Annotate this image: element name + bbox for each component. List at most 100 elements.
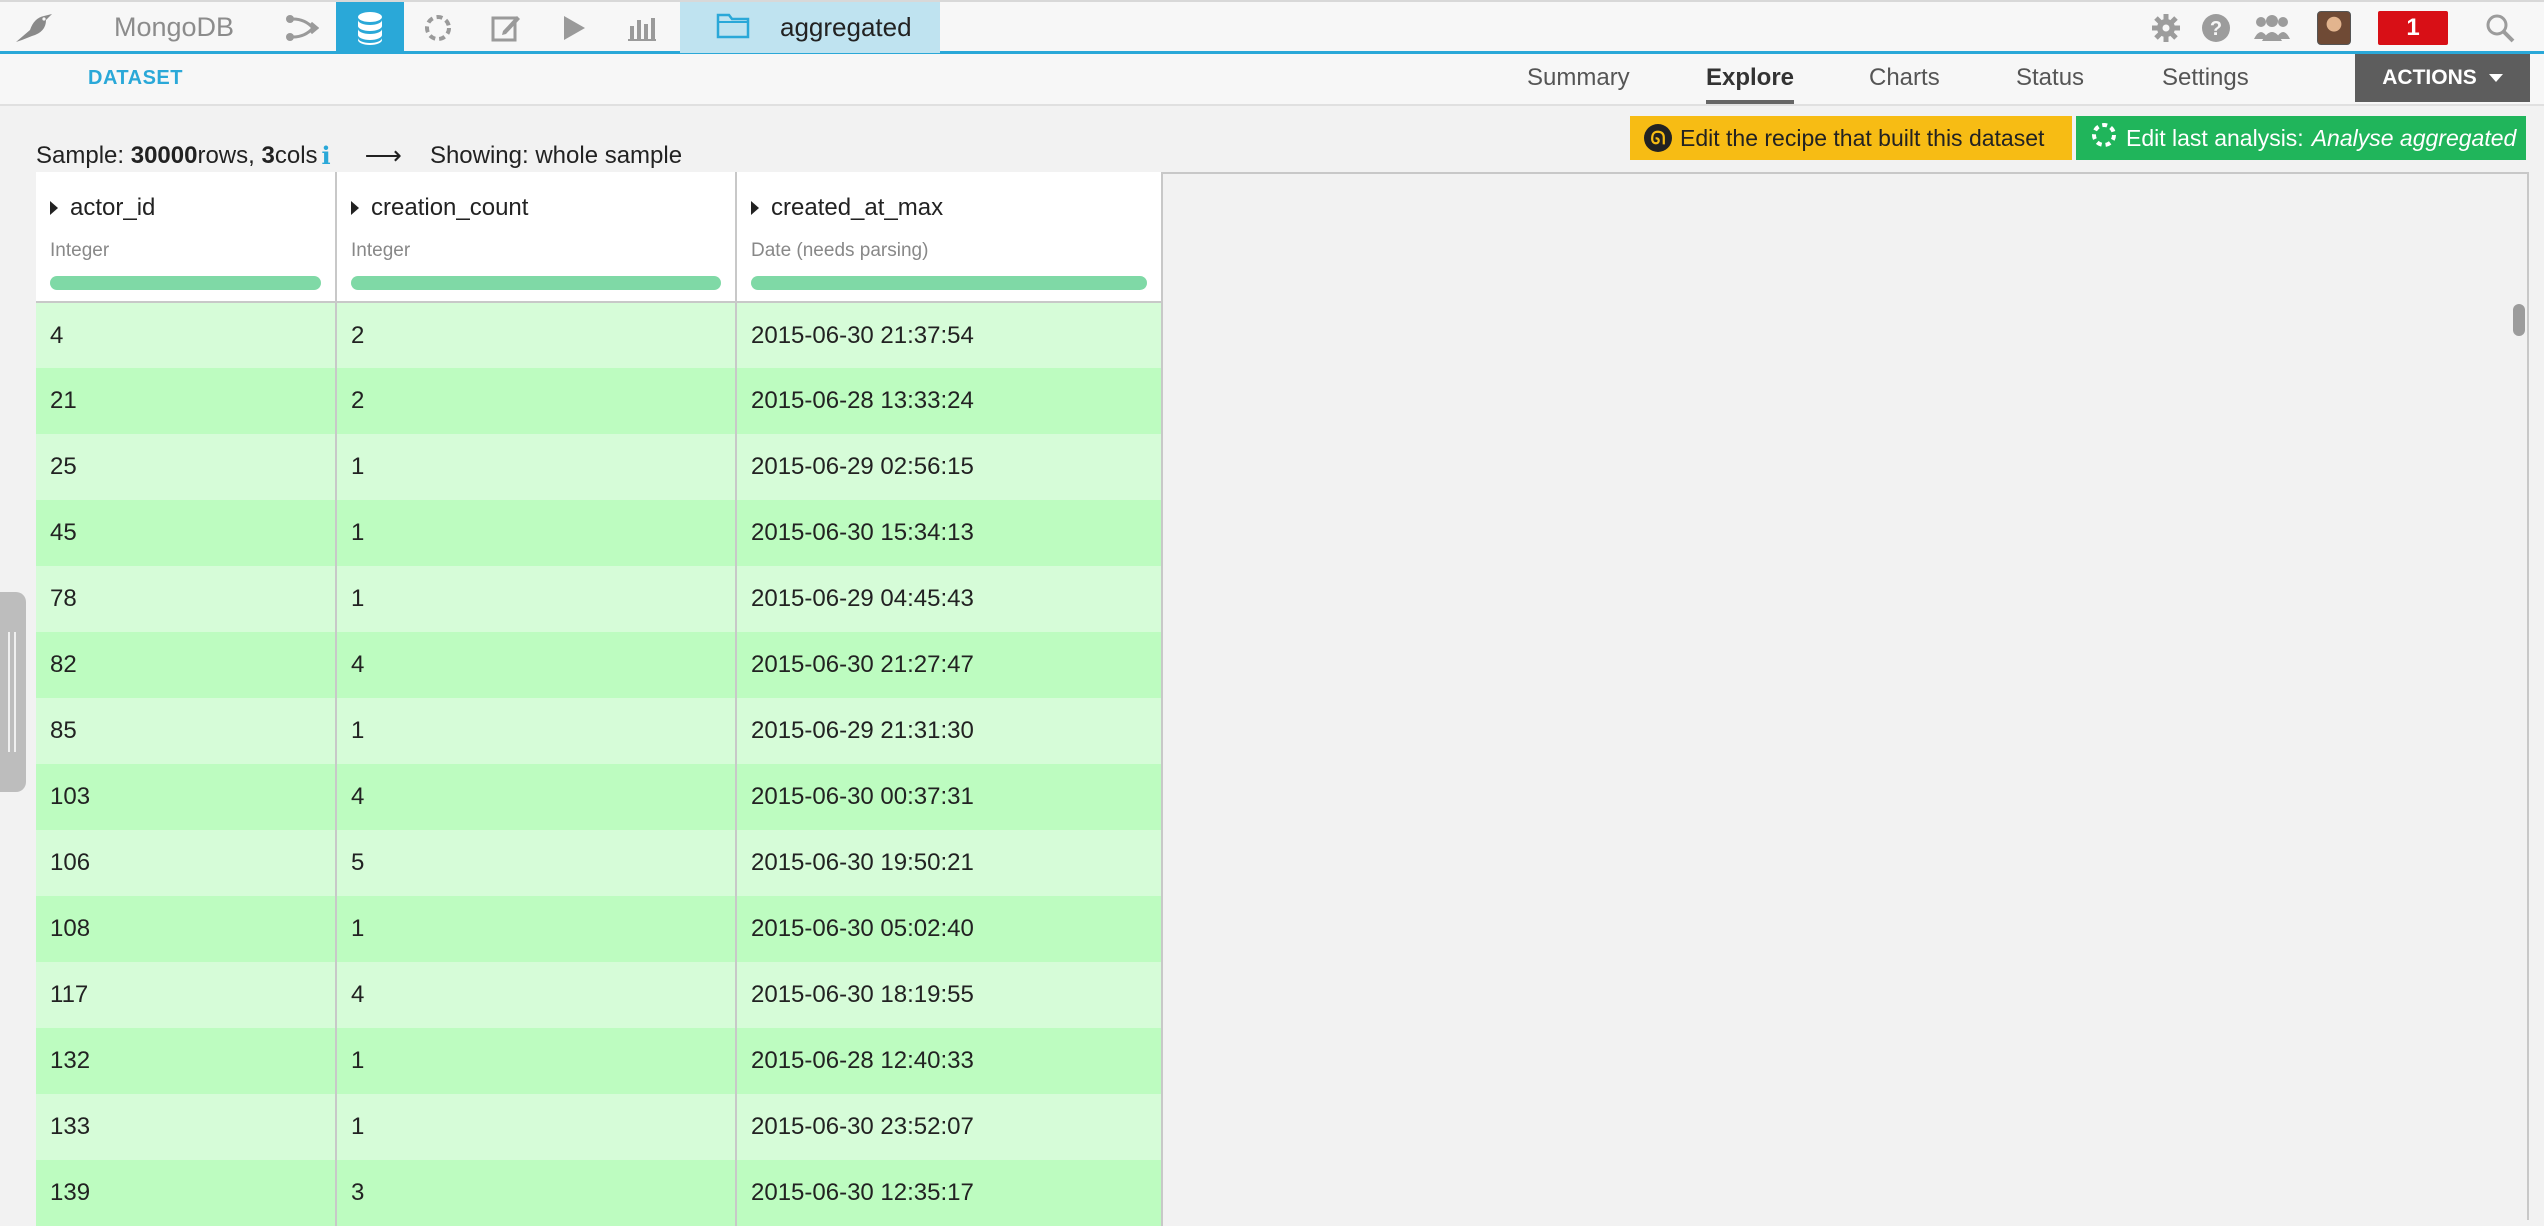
table-row[interactable]: 108 1 2015-06-30 05:02:40 bbox=[36, 896, 1163, 962]
table-row[interactable]: 103 4 2015-06-30 00:37:31 bbox=[36, 764, 1163, 830]
table-cell-created-at-max[interactable]: 2015-06-30 00:37:31 bbox=[736, 764, 1163, 830]
tab-summary[interactable]: Summary bbox=[1527, 64, 1630, 104]
table-cell-actor-id[interactable]: 117 bbox=[36, 962, 337, 1028]
sample-showing: Showing: whole sample bbox=[429, 141, 683, 169]
column-header-actor-id[interactable]: actor_id Integer bbox=[36, 172, 337, 303]
table-row[interactable]: 21 2 2015-06-28 13:33:24 bbox=[36, 368, 1163, 434]
table-row[interactable]: 106 5 2015-06-30 19:50:21 bbox=[36, 830, 1163, 896]
table-row[interactable]: 117 4 2015-06-30 18:19:55 bbox=[36, 962, 1163, 1028]
people-icon[interactable] bbox=[2246, 2, 2298, 53]
table-cell-creation-count[interactable]: 5 bbox=[336, 830, 737, 896]
table-cell-creation-count[interactable]: 3 bbox=[336, 1160, 737, 1226]
table-cell-created-at-max[interactable]: 2015-06-28 12:40:33 bbox=[736, 1028, 1163, 1094]
table-cell-created-at-max[interactable]: 2015-06-30 23:52:07 bbox=[736, 1094, 1163, 1160]
table-cell-actor-id[interactable]: 106 bbox=[36, 830, 337, 896]
table-row[interactable]: 139 3 2015-06-30 12:35:17 bbox=[36, 1160, 1163, 1226]
table-cell-created-at-max[interactable]: 2015-06-30 19:50:21 bbox=[736, 830, 1163, 896]
table-cell-creation-count[interactable]: 4 bbox=[336, 632, 737, 698]
info-icon[interactable]: i bbox=[322, 141, 331, 170]
dashboard-icon[interactable] bbox=[608, 2, 676, 53]
table-row[interactable]: 82 4 2015-06-30 21:27:47 bbox=[36, 632, 1163, 698]
table-cell-actor-id[interactable]: 139 bbox=[36, 1160, 337, 1226]
caret-right-icon[interactable] bbox=[751, 201, 759, 215]
table-cell-creation-count[interactable]: 1 bbox=[336, 566, 737, 632]
table-cell-actor-id[interactable]: 85 bbox=[36, 698, 337, 764]
table-cell-actor-id[interactable]: 132 bbox=[36, 1028, 337, 1094]
edit-recipe-button[interactable]: ᘏ Edit the recipe that built this datase… bbox=[1630, 116, 2072, 160]
table-cell-creation-count[interactable]: 1 bbox=[336, 698, 737, 764]
table-cell-created-at-max[interactable]: 2015-06-30 18:19:55 bbox=[736, 962, 1163, 1028]
search-icon[interactable] bbox=[2474, 2, 2526, 53]
column-header-creation-count[interactable]: creation_count Integer bbox=[336, 172, 737, 303]
help-icon[interactable]: ? bbox=[2190, 2, 2242, 53]
tab-status[interactable]: Status bbox=[2016, 64, 2084, 104]
table-row[interactable]: 4 2 2015-06-30 21:37:54 bbox=[36, 302, 1163, 368]
table-cell-actor-id[interactable]: 108 bbox=[36, 896, 337, 962]
chevron-down-icon bbox=[2488, 74, 2503, 82]
notifications-badge[interactable]: 1 bbox=[2378, 11, 2448, 45]
table-row[interactable]: 78 1 2015-06-29 04:45:43 bbox=[36, 566, 1163, 632]
tab-explore[interactable]: Explore bbox=[1706, 64, 1795, 104]
column-type[interactable]: Date (needs parsing) bbox=[751, 240, 1147, 262]
actions-button[interactable]: ACTIONS bbox=[2355, 54, 2530, 102]
table-cell-creation-count[interactable]: 4 bbox=[336, 962, 737, 1028]
table-cell-creation-count[interactable]: 1 bbox=[336, 896, 737, 962]
vertical-scrollbar[interactable] bbox=[2513, 304, 2525, 336]
analysis-icon[interactable] bbox=[404, 2, 472, 53]
notebook-icon[interactable] bbox=[472, 2, 540, 53]
table-cell-created-at-max[interactable]: 2015-06-30 05:02:40 bbox=[736, 896, 1163, 962]
table-cell-actor-id[interactable]: 21 bbox=[36, 368, 337, 434]
sample-rows-suffix: rows, bbox=[197, 141, 255, 169]
table-cell-actor-id[interactable]: 4 bbox=[36, 302, 337, 368]
avatar-button[interactable] bbox=[2308, 2, 2360, 53]
caret-right-icon[interactable] bbox=[50, 201, 58, 215]
dss-bird-logo-icon[interactable] bbox=[0, 2, 68, 53]
caret-right-icon[interactable] bbox=[351, 201, 359, 215]
column-header-created-at-max[interactable]: created_at_max Date (needs parsing) bbox=[736, 172, 1163, 303]
datasets-icon[interactable] bbox=[336, 2, 404, 53]
tab-charts[interactable]: Charts bbox=[1869, 64, 1940, 104]
table-cell-actor-id[interactable]: 45 bbox=[36, 500, 337, 566]
table-cell-creation-count[interactable]: 1 bbox=[336, 434, 737, 500]
table-row[interactable]: 132 1 2015-06-28 12:40:33 bbox=[36, 1028, 1163, 1094]
table-cell-creation-count[interactable]: 2 bbox=[336, 302, 737, 368]
jobs-icon[interactable] bbox=[540, 2, 608, 53]
column-type[interactable]: Integer bbox=[351, 240, 721, 262]
table-row[interactable]: 45 1 2015-06-30 15:34:13 bbox=[36, 500, 1163, 566]
flow-icon[interactable] bbox=[268, 2, 336, 53]
table-cell-creation-count[interactable]: 4 bbox=[336, 764, 737, 830]
sample-rows: 30000 bbox=[130, 141, 198, 169]
table-cell-creation-count[interactable]: 1 bbox=[336, 1094, 737, 1160]
table-cell-actor-id[interactable]: 82 bbox=[36, 632, 337, 698]
column-type[interactable]: Integer bbox=[50, 240, 321, 262]
edit-analysis-button[interactable]: Edit last analysis: Analyse aggregated bbox=[2076, 116, 2526, 160]
table-cell-created-at-max[interactable]: 2015-06-30 21:37:54 bbox=[736, 302, 1163, 368]
table-cell-created-at-max[interactable]: 2015-06-29 04:45:43 bbox=[736, 566, 1163, 632]
table-cell-created-at-max[interactable]: 2015-06-30 15:34:13 bbox=[736, 500, 1163, 566]
breadcrumb-dataset[interactable]: aggregated bbox=[680, 2, 940, 53]
table-row[interactable]: 133 1 2015-06-30 23:52:07 bbox=[36, 1094, 1163, 1160]
gear-icon[interactable] bbox=[2140, 2, 2192, 53]
table-cell-created-at-max[interactable]: 2015-06-30 21:27:47 bbox=[736, 632, 1163, 698]
table-cell-creation-count[interactable]: 2 bbox=[336, 368, 737, 434]
table-cell-created-at-max[interactable]: 2015-06-30 12:35:17 bbox=[736, 1160, 1163, 1226]
table-cell-creation-count[interactable]: 1 bbox=[336, 500, 737, 566]
table-cell-actor-id[interactable]: 133 bbox=[36, 1094, 337, 1160]
table-cell-created-at-max[interactable]: 2015-06-29 02:56:15 bbox=[736, 434, 1163, 500]
column-quality-bar[interactable] bbox=[751, 276, 1147, 290]
project-name[interactable]: MongoDB bbox=[90, 2, 260, 53]
table-cell-created-at-max[interactable]: 2015-06-29 21:31:30 bbox=[736, 698, 1163, 764]
table-cell-created-at-max[interactable]: 2015-06-28 13:33:24 bbox=[736, 368, 1163, 434]
table-row[interactable]: 85 1 2015-06-29 21:31:30 bbox=[36, 698, 1163, 764]
column-quality-bar[interactable] bbox=[351, 276, 721, 290]
table-cell-actor-id[interactable]: 78 bbox=[36, 566, 337, 632]
table-cell-creation-count[interactable]: 1 bbox=[336, 1028, 737, 1094]
table-row[interactable]: 25 1 2015-06-29 02:56:15 bbox=[36, 434, 1163, 500]
side-panel-handle[interactable] bbox=[0, 592, 26, 792]
tab-settings[interactable]: Settings bbox=[2162, 64, 2249, 104]
edit-recipe-label: Edit the recipe that built this dataset bbox=[1680, 124, 2045, 151]
table-cell-actor-id[interactable]: 25 bbox=[36, 434, 337, 500]
table-cell-actor-id[interactable]: 103 bbox=[36, 764, 337, 830]
column-quality-bar[interactable] bbox=[50, 276, 321, 290]
data-table: actor_id Integer creation_count Integer … bbox=[36, 172, 1163, 1226]
